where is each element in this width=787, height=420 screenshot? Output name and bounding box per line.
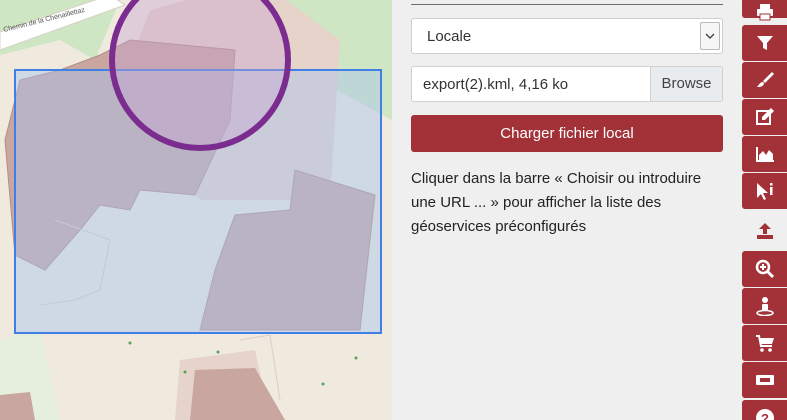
help-text: Cliquer dans la barre « Choisir ou intro… <box>411 170 702 235</box>
tool-help[interactable]: ? <box>742 400 787 420</box>
tool-zoom[interactable] <box>742 251 787 287</box>
ticket-icon <box>756 375 774 385</box>
help-icon: ? <box>756 409 774 420</box>
tool-cart[interactable] <box>742 325 787 361</box>
map-canvas[interactable]: Chemin de la Chenaillettaz <box>0 0 392 420</box>
tool-chart[interactable] <box>742 136 787 172</box>
tool-import[interactable] <box>742 213 787 249</box>
buffer-circle[interactable] <box>109 0 291 151</box>
cart-icon <box>756 335 774 352</box>
map-view[interactable]: Chemin de la Chenaillettaz <box>0 0 392 420</box>
tool-filter[interactable] <box>742 25 787 61</box>
pointer-info-icon <box>757 183 773 200</box>
zoom-in-icon <box>755 259 775 279</box>
edit-icon <box>756 108 774 125</box>
file-input[interactable]: export(2).kml, 4,16 ko Browse <box>411 66 723 102</box>
browse-button[interactable]: Browse <box>650 67 722 101</box>
import-panel: Locale export(2).kml, 4,16 ko Browse Cha… <box>392 0 742 420</box>
tool-print[interactable] <box>742 0 787 21</box>
tool-edit[interactable] <box>742 99 787 135</box>
filter-icon <box>757 36 773 50</box>
svg-text:?: ? <box>761 411 769 420</box>
upload-icon <box>757 223 773 239</box>
streetview-icon <box>756 297 774 316</box>
file-name-field: export(2).kml, 4,16 ko <box>423 76 569 93</box>
right-toolbar: ? <box>742 0 787 420</box>
tool-info[interactable] <box>742 173 787 209</box>
tool-style[interactable] <box>742 62 787 98</box>
area-chart-icon <box>756 147 774 162</box>
printer-icon <box>757 4 773 21</box>
chevron-down-icon[interactable] <box>700 22 720 50</box>
source-select-value: Locale <box>427 28 472 45</box>
tool-ticket[interactable] <box>742 362 787 398</box>
tool-streetview[interactable] <box>742 288 787 324</box>
paintbrush-icon <box>757 72 774 87</box>
load-local-file-button[interactable]: Charger fichier local <box>411 115 723 152</box>
divider <box>411 4 723 5</box>
source-select[interactable]: Locale <box>411 18 723 54</box>
